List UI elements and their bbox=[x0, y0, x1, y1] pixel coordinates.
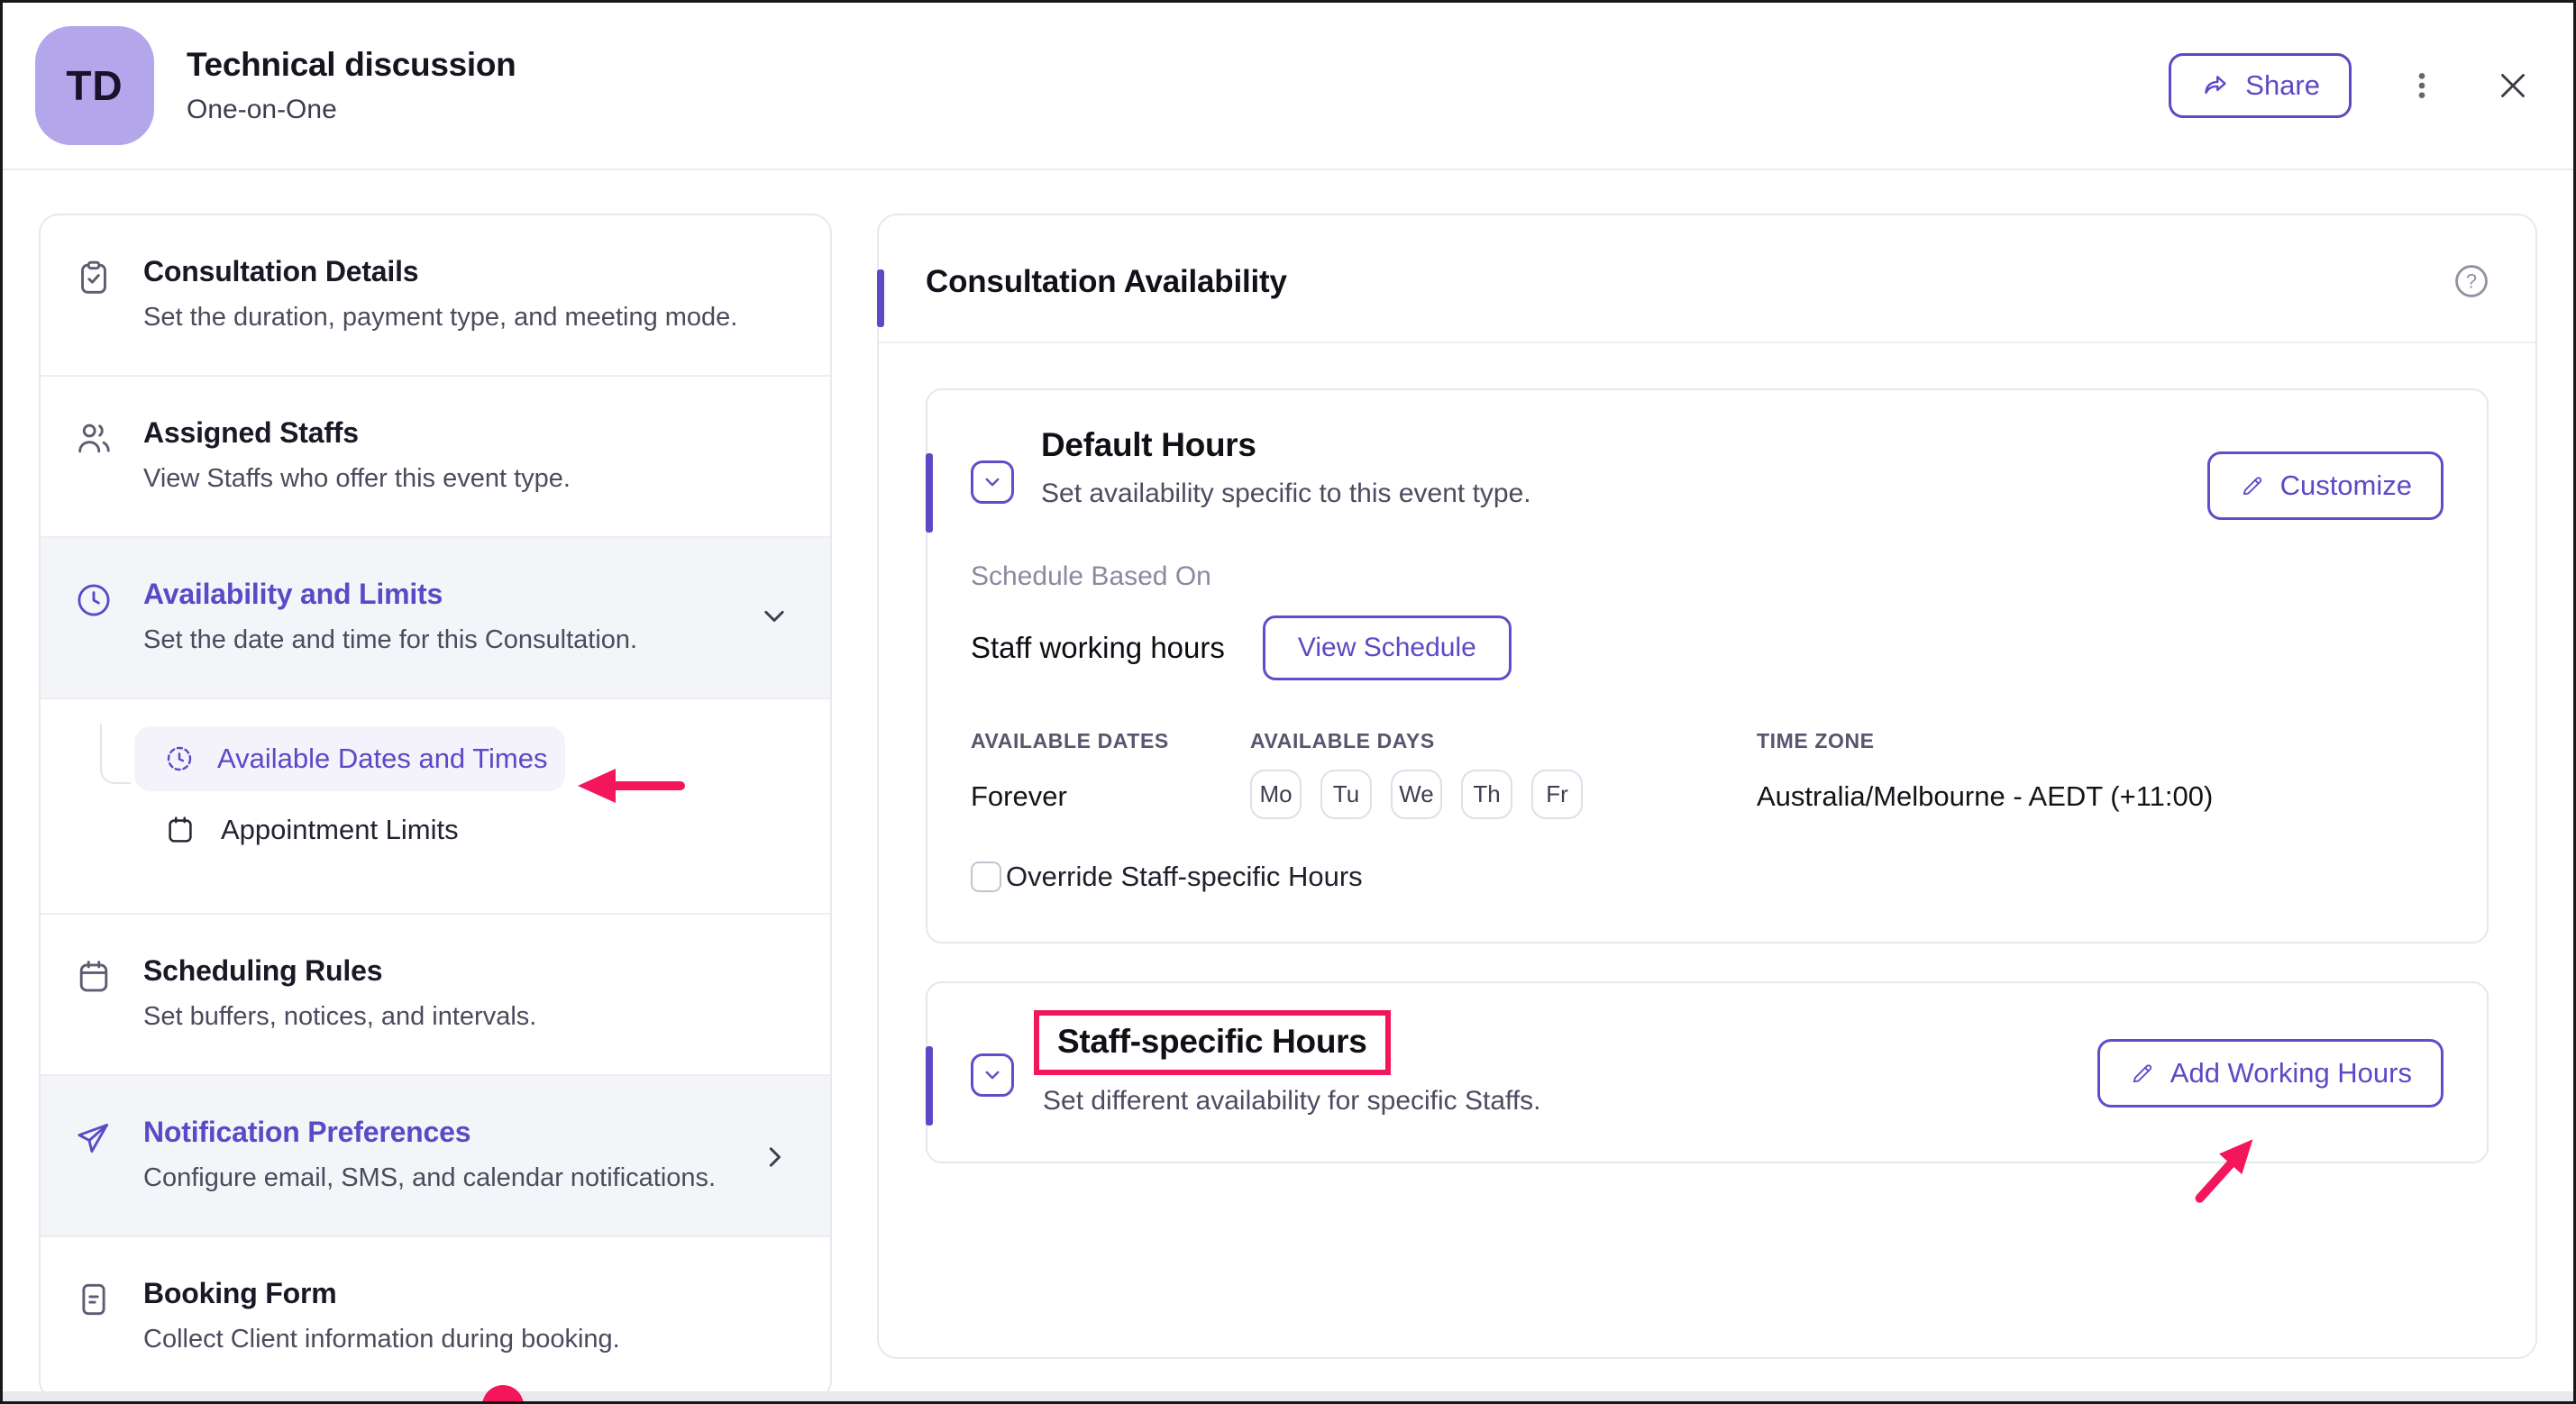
view-schedule-button[interactable]: View Schedule bbox=[1263, 615, 1512, 680]
settings-sidebar: Consultation Details Set the duration, p… bbox=[39, 214, 832, 1400]
sidebar-item-scheduling-rules[interactable]: Scheduling Rules Set buffers, notices, a… bbox=[41, 915, 830, 1076]
default-hours-card: Default Hours Set availability specific … bbox=[926, 388, 2489, 944]
collapse-default-hours-button[interactable] bbox=[971, 460, 1014, 504]
annotation-arrow-available-dates bbox=[571, 759, 690, 813]
day-chip[interactable]: We bbox=[1391, 770, 1442, 819]
default-hours-description: Set availability specific to this event … bbox=[1041, 479, 1531, 509]
sidebar-item-label: Scheduling Rules bbox=[143, 954, 536, 988]
add-working-hours-button[interactable]: Add Working Hours bbox=[2097, 1039, 2444, 1108]
sidebar-item-description: Set buffers, notices, and intervals. bbox=[143, 1000, 536, 1033]
chevron-right-icon bbox=[754, 1137, 794, 1181]
sidebar-item-consultation-details[interactable]: Consultation Details Set the duration, p… bbox=[41, 215, 830, 377]
avatar: TD bbox=[35, 26, 154, 145]
sidebar-subitem-available-dates-and-times[interactable]: Available Dates and Times bbox=[134, 726, 565, 791]
chevron-down-icon bbox=[979, 1062, 1006, 1089]
available-day-chips: Mo Tu We Th Fr bbox=[1250, 770, 1757, 819]
file-lines-icon bbox=[73, 1277, 116, 1399]
users-icon bbox=[73, 416, 116, 536]
pencil-icon bbox=[2129, 1060, 2156, 1087]
kebab-menu-icon bbox=[2404, 68, 2440, 104]
panel-header: Consultation Availability ? bbox=[879, 215, 2535, 343]
sidebar-item-description: Collect Client information during bookin… bbox=[143, 1323, 620, 1355]
default-hours-title: Default Hours bbox=[1041, 426, 1531, 464]
modal-body: Consultation Details Set the duration, p… bbox=[3, 170, 2573, 1400]
collapse-staff-hours-button[interactable] bbox=[971, 1053, 1014, 1097]
customize-button[interactable]: Customize bbox=[2207, 451, 2444, 520]
question-mark-glyph: ? bbox=[2466, 270, 2477, 293]
sidebar-item-description: Configure email, SMS, and calendar notif… bbox=[143, 1162, 716, 1194]
help-button[interactable]: ? bbox=[2453, 262, 2490, 303]
accent-bar bbox=[926, 1046, 933, 1126]
sidebar-item-booking-form[interactable]: Booking Form Collect Client information … bbox=[41, 1237, 830, 1399]
view-schedule-button-label: View Schedule bbox=[1298, 633, 1476, 663]
event-settings-modal: TD Technical discussion One-on-One Share bbox=[0, 0, 2576, 1404]
accent-bar bbox=[877, 269, 884, 327]
accent-bar bbox=[926, 453, 933, 533]
event-type-subtitle: One-on-One bbox=[187, 95, 516, 125]
time-zone-column-label: TIME ZONE bbox=[1757, 729, 2444, 753]
sidebar-subsection-availability: Available Dates and Times Appointment Li… bbox=[41, 726, 830, 915]
chevron-down-icon bbox=[979, 469, 1006, 496]
calendar-icon bbox=[73, 954, 116, 1074]
override-staff-hours-checkbox[interactable] bbox=[971, 862, 1001, 892]
staff-specific-hours-card: Staff-specific Hours Set different avail… bbox=[926, 981, 2489, 1163]
staff-specific-hours-title: Staff-specific Hours bbox=[1057, 1023, 1367, 1061]
clock-icon bbox=[73, 578, 116, 697]
sidebar-item-assigned-staffs[interactable]: Assigned Staffs View Staffs who offer th… bbox=[41, 377, 830, 538]
sidebar-item-description: Set the date and time for this Consultat… bbox=[143, 624, 637, 656]
pencil-icon bbox=[2239, 472, 2266, 499]
sidebar-subitem-label: Available Dates and Times bbox=[217, 743, 547, 775]
share-icon bbox=[2200, 70, 2231, 101]
send-icon bbox=[73, 1116, 116, 1235]
sidebar-item-description: View Staffs who offer this event type. bbox=[143, 462, 571, 495]
sidebar-item-label: Availability and Limits bbox=[143, 578, 637, 611]
panel-title: Consultation Availability bbox=[926, 264, 2489, 300]
close-button[interactable] bbox=[2492, 65, 2534, 106]
available-dates-column-label: AVAILABLE DATES bbox=[971, 729, 1250, 753]
page-title: Technical discussion bbox=[187, 46, 516, 84]
available-dates-value: Forever bbox=[971, 780, 1250, 813]
time-zone-value: Australia/Melbourne - AEDT (+11:00) bbox=[1757, 780, 2444, 813]
tree-connector bbox=[100, 725, 131, 784]
sidebar-item-label: Consultation Details bbox=[143, 255, 737, 288]
day-chip[interactable]: Tu bbox=[1320, 770, 1372, 819]
sidebar-item-notification-preferences[interactable]: Notification Preferences Configure email… bbox=[41, 1076, 830, 1237]
sidebar-item-label: Booking Form bbox=[143, 1277, 620, 1310]
panel-body: Default Hours Set availability specific … bbox=[879, 343, 2535, 1163]
sidebar-item-label: Notification Preferences bbox=[143, 1116, 716, 1149]
sidebar-subitem-label: Appointment Limits bbox=[221, 814, 459, 846]
sidebar-item-description: Set the duration, payment type, and meet… bbox=[143, 301, 737, 333]
close-icon bbox=[2492, 65, 2534, 106]
annotation-highlight-box: Staff-specific Hours bbox=[1034, 1010, 1391, 1075]
day-chip[interactable]: Th bbox=[1461, 770, 1512, 819]
override-staff-hours-label[interactable]: Override Staff-specific Hours bbox=[1006, 861, 1363, 893]
clock-dashed-icon bbox=[163, 743, 196, 775]
schedule-based-on-value: Staff working hours bbox=[971, 631, 1225, 665]
consultation-availability-panel: Consultation Availability ? bbox=[877, 214, 2537, 1359]
staff-specific-hours-description: Set different availability for specific … bbox=[1043, 1086, 1541, 1117]
day-chip[interactable]: Fr bbox=[1531, 770, 1583, 819]
customize-button-label: Customize bbox=[2280, 470, 2412, 502]
share-button-label: Share bbox=[2245, 69, 2320, 102]
chevron-down-icon[interactable] bbox=[754, 596, 794, 640]
add-working-hours-label: Add Working Hours bbox=[2170, 1057, 2412, 1089]
modal-header: TD Technical discussion One-on-One Share bbox=[3, 3, 2573, 170]
sidebar-item-availability-and-limits[interactable]: Availability and Limits Set the date and… bbox=[41, 538, 830, 699]
share-button[interactable]: Share bbox=[2169, 53, 2352, 118]
sidebar-item-label: Assigned Staffs bbox=[143, 416, 571, 450]
sidebar-subitem-appointment-limits[interactable]: Appointment Limits bbox=[163, 813, 830, 847]
clipboard-check-icon bbox=[73, 255, 116, 375]
schedule-based-on-label: Schedule Based On bbox=[971, 561, 2444, 592]
day-chip[interactable]: Mo bbox=[1250, 770, 1302, 819]
calendar-icon bbox=[163, 813, 197, 847]
available-days-column-label: AVAILABLE DAYS bbox=[1250, 729, 1757, 753]
more-options-button[interactable] bbox=[2404, 68, 2440, 104]
page-bottom-strip bbox=[3, 1391, 2573, 1401]
